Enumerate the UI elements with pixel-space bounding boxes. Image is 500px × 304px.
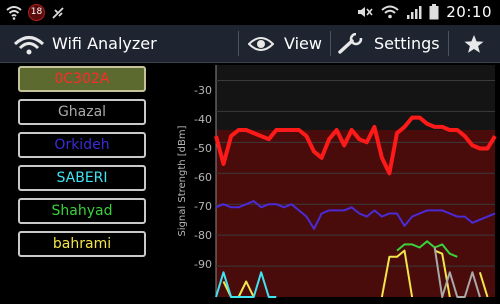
status-right: 20:10 <box>356 3 492 21</box>
network-name: SABERI <box>56 170 108 186</box>
settings-button[interactable]: Settings <box>338 25 440 62</box>
action-divider <box>448 31 449 56</box>
network-button[interactable]: Orkideh <box>18 132 146 158</box>
eye-icon <box>248 36 274 51</box>
y-tick-label: -80 <box>194 229 212 242</box>
network-button[interactable]: bahrami <box>18 231 146 257</box>
view-button[interactable]: View <box>248 25 322 62</box>
battery-icon <box>429 4 439 20</box>
status-clock: 20:10 <box>446 3 492 21</box>
network-list: 0C302A Ghazal Orkideh SABERI Shahyad bah… <box>0 63 170 300</box>
cell-signal-icon <box>407 6 422 19</box>
y-tick-label: -60 <box>194 171 212 184</box>
network-name: 0C302A <box>54 71 110 87</box>
app-title: Wifi Analyzer <box>52 34 157 53</box>
app-logo-icon <box>13 35 45 54</box>
y-tick-label: -40 <box>194 113 212 126</box>
y-tick-label: -50 <box>194 142 212 155</box>
signal-chart-svg: Signal Strength [dBm] -30 -40 -50 -60 -7… <box>177 65 497 298</box>
network-name: bahrami <box>52 236 112 252</box>
y-tick-label: -70 <box>194 200 212 213</box>
wifi-signal-icon <box>381 5 399 19</box>
network-name: Orkideh <box>54 137 110 153</box>
network-name: Shahyad <box>51 203 113 219</box>
network-button[interactable]: 0C302A <box>18 66 146 92</box>
star-icon <box>464 34 484 53</box>
usb-icon <box>52 6 64 19</box>
network-button[interactable]: SABERI <box>18 165 146 191</box>
wrench-icon <box>338 32 364 54</box>
notification-badge: 18 <box>28 4 45 21</box>
network-button[interactable]: Ghazal <box>18 99 146 125</box>
action-divider <box>330 31 331 56</box>
settings-label: Settings <box>374 34 440 53</box>
mute-icon <box>358 7 373 17</box>
y-tick-label: -30 <box>194 84 212 97</box>
network-name: Ghazal <box>57 104 107 120</box>
favorite-button[interactable] <box>463 25 485 62</box>
signal-chart: Signal Strength [dBm] -30 -40 -50 -60 -7… <box>170 63 500 300</box>
view-label: View <box>284 34 322 53</box>
action-divider <box>238 31 239 56</box>
network-button[interactable]: Shahyad <box>18 198 146 224</box>
status-bar: 18 20:10 <box>0 0 500 25</box>
y-axis-label: Signal Strength [dBm] <box>177 125 188 236</box>
wifi-status-icon <box>6 5 22 20</box>
action-bar: Wifi Analyzer View Settings <box>0 25 500 63</box>
plot-fill-below <box>216 130 495 297</box>
app-title-area: Wifi Analyzer <box>12 25 157 62</box>
status-left: 18 <box>6 4 65 21</box>
y-tick-label: -90 <box>194 258 212 271</box>
